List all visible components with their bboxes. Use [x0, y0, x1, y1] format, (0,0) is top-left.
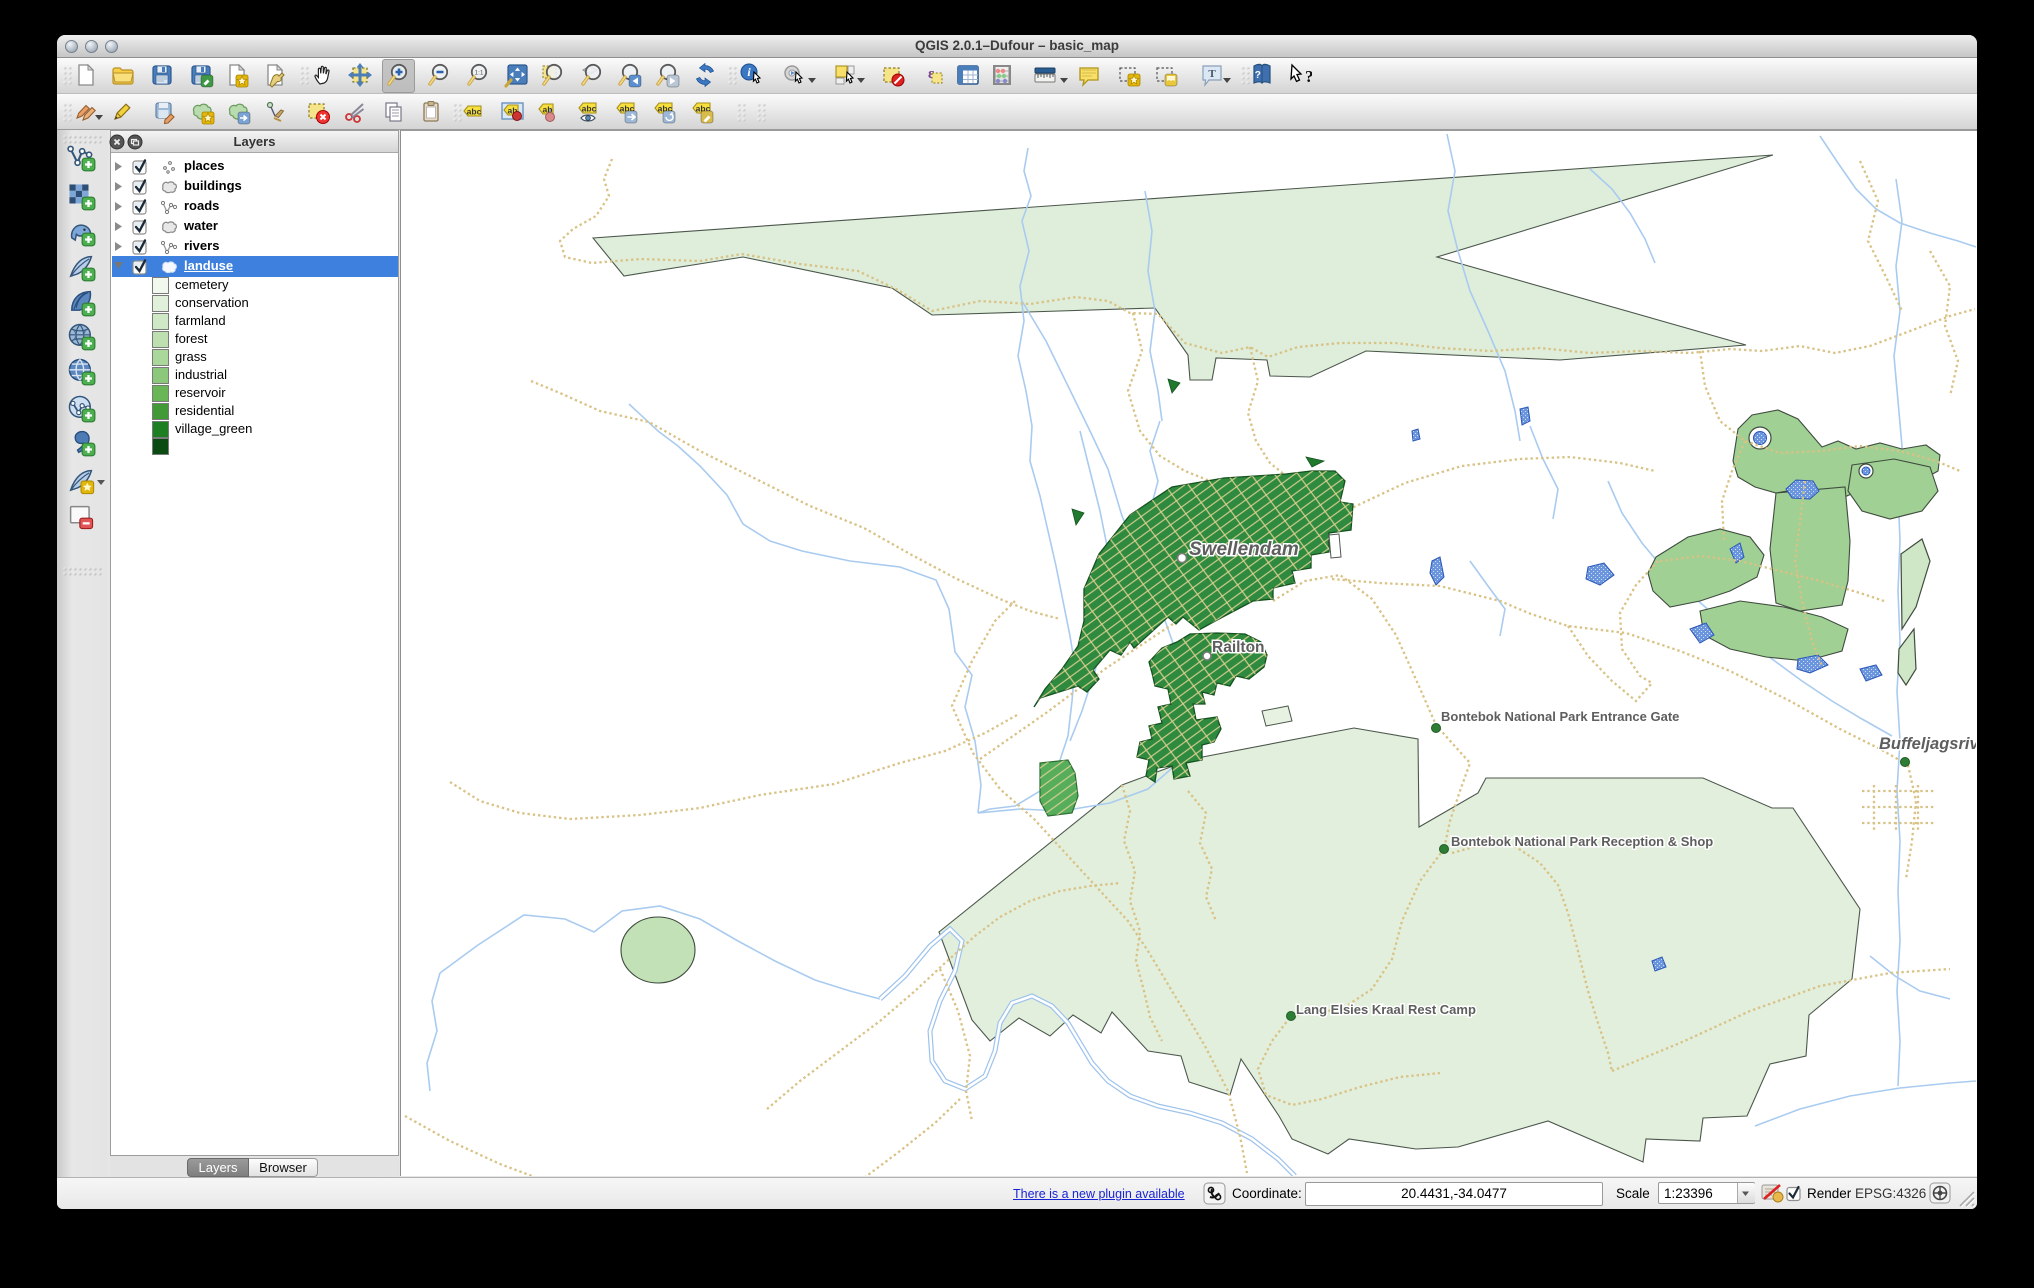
svg-text:abc: abc: [467, 107, 482, 117]
svg-text:Lang Elsies Kraal Rest Camp: Lang Elsies Kraal Rest Camp: [1296, 1002, 1476, 1017]
svg-text:abc: abc: [582, 104, 597, 114]
svg-text:Bontebok National Park Recepti: Bontebok National Park Reception & Shop: [1451, 834, 1713, 849]
svg-text:Buffeljagsrivier: Buffeljagsrivier: [1879, 735, 1976, 753]
svg-text:1:1: 1:1: [474, 70, 483, 77]
svg-text:?: ?: [1305, 67, 1312, 86]
svg-text:T: T: [1208, 68, 1216, 80]
svg-text:Bontebok National Park Entranc: Bontebok National Park Entrance Gate: [1441, 709, 1679, 724]
svg-text:Swellendam: Swellendam: [1189, 539, 1299, 560]
svg-text:?: ?: [1255, 70, 1261, 81]
svg-text:Railton: Railton: [1212, 639, 1265, 656]
